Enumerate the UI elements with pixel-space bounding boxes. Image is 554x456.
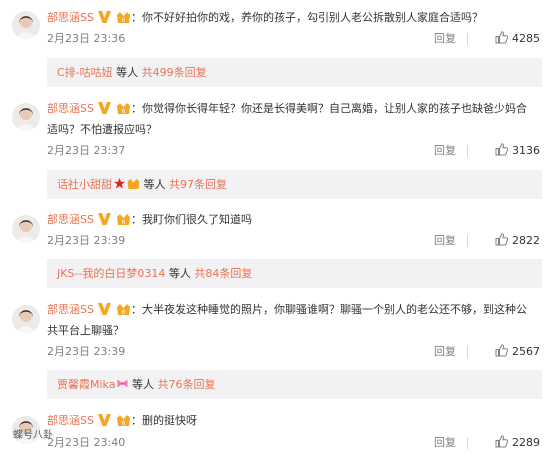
reply-count[interactable]: 共97条回复 [169,178,227,191]
svg-text:6: 6 [122,420,126,426]
thumbs-up-icon [495,435,509,448]
separator: ： [130,414,142,427]
reply-count[interactable]: 共499条回复 [142,66,207,79]
reply-user-name[interactable]: 贾馨霞Mika [57,378,115,391]
reply-connector: 等人 [116,66,139,79]
verified-v-icon [98,414,112,426]
reply-connector: 等人 [168,267,191,280]
timestamp: 2月23日 23:36 [47,32,126,45]
svg-text:6: 6 [122,309,126,315]
divider [467,437,468,449]
svg-text:6: 6 [122,17,126,23]
divider [467,235,468,247]
comment-meta: 2月23日 23:39 回复 2822 [47,232,540,250]
avatar[interactable] [12,11,40,39]
like-button[interactable]: 2822 [495,232,540,250]
timestamp: 2月23日 23:39 [47,234,126,247]
comment-body-line-1: 你觉得你长得年轻？你还是长得美啊？自己离婚，让别人家的孩子也缺爸少妈合 [141,102,527,115]
svg-text:6: 6 [122,219,126,225]
like-button[interactable]: 2289 [495,434,540,452]
reply-button[interactable]: 回复 [434,232,456,250]
separator: ： [130,11,142,24]
timestamp: 2月23日 23:37 [47,144,126,157]
separator: ： [130,303,142,316]
reply-summary[interactable]: C排-咕咕妞 等人 共499条回复 [47,58,542,87]
like-count: 3136 [512,144,540,157]
like-count: 2822 [512,234,540,247]
divider [467,33,468,45]
comment-text-continued: 共平台上聊骚？ [47,319,538,342]
vip-crown-icon: 6 [116,414,130,426]
vip-crown-icon: 6 [116,303,130,315]
separator: ： [130,213,142,226]
username[interactable]: 部思涵SS [47,303,94,316]
pink-heart-bow-icon [117,371,128,388]
username[interactable]: 部思涵SS [47,102,94,115]
reply-button[interactable]: 回复 [434,30,456,48]
divider [467,145,468,157]
comment-text: 部思涵SS 6 ：你觉得你长得年轻？你还是长得美啊？自己离婚，让别人家的孩子也缺爸… [47,97,544,120]
comment-text: 部思涵SS 6 ：我盯你们很久了知道吗 [47,208,544,231]
thumbs-up-icon [495,344,509,357]
thumbs-up-icon [495,31,509,44]
reply-user-name[interactable]: JKS--我的白日梦0314 [57,267,165,280]
comment-body: 删的挺快呀 [141,414,197,427]
reply-count[interactable]: 共76条回复 [157,378,215,391]
reply-button[interactable]: 回复 [434,142,456,160]
divider [467,346,468,358]
like-count: 2289 [512,436,540,449]
comment-text: 部思涵SS 6 ：删的挺快呀 [47,409,544,432]
comment-body-line-2: 适吗？不怕遭报应吗？ [47,123,157,136]
comment-text: 部思涵SS 6 ：大半夜发这种睡觉的照片，你聊骚谁啊？聊骚一个别人的老公还不够，到… [47,298,544,321]
vip-crown-icon: 6 [116,213,130,225]
reply-connector: 等人 [131,378,154,391]
reply-summary[interactable]: JKS--我的白日梦0314 等人 共84条回复 [47,259,542,288]
separator: ： [130,102,142,115]
comment-meta: 2月23日 23:40 回复 2289 [47,434,540,452]
username[interactable]: 部思涵SS [47,213,94,226]
verified-v-icon [98,102,112,114]
comment-body: 你不好好拍你的戏，养你的孩子，勾引别人老公拆散别人家庭合适吗？ [141,11,483,24]
like-button[interactable]: 3136 [495,142,540,160]
like-count: 4285 [512,32,540,45]
avatar[interactable] [12,103,40,131]
verified-v-icon [98,303,112,315]
comment-meta: 2月23日 23:37 回复 3136 [47,142,540,160]
like-button[interactable]: 4285 [495,30,540,48]
comment-body-line-1: 大半夜发这种睡觉的照片，你聊骚谁啊？聊骚一个别人的老公还不够，到这种公 [141,303,527,316]
watermark: 蝶号八卦 [13,430,53,441]
timestamp: 2月23日 23:39 [47,345,126,358]
comment-meta: 2月23日 23:36 回复 4285 [47,30,540,48]
reply-button[interactable]: 回复 [434,434,456,452]
comment-body: 我盯你们很久了知道吗 [141,213,252,226]
reply-user-name[interactable]: 话社小甜甜 [57,178,112,191]
like-count: 2567 [512,345,540,358]
reply-connector: 等人 [143,178,166,191]
vip-crown-icon: 6 [116,11,130,23]
reply-summary[interactable]: 话社小甜甜 等人 共97条回复 [47,170,542,199]
comment-body-line-2: 共平台上聊骚？ [47,324,124,337]
verified-v-icon [98,213,112,225]
reply-button[interactable]: 回复 [434,343,456,361]
svg-text:6: 6 [122,108,126,114]
thumbs-up-icon [495,143,509,156]
comment-text: 部思涵SS 6 ：你不好好拍你的戏，养你的孩子，勾引别人老公拆散别人家庭合适吗？ [47,6,544,29]
avatar[interactable] [12,215,40,243]
reply-summary[interactable]: 贾馨霞Mika 等人 共76条回复 [47,370,542,399]
comment-meta: 2月23日 23:39 回复 2567 [47,343,540,361]
timestamp: 2月23日 23:40 [47,436,126,449]
username[interactable]: 部思涵SS [47,11,94,24]
vip-crown-icon [127,171,140,189]
red-star-icon [114,171,125,189]
comment-text-continued: 适吗？不怕遭报应吗？ [47,118,538,141]
reply-user-name[interactable]: C排-咕咕妞 [57,66,113,79]
username[interactable]: 部思涵SS [47,414,94,427]
verified-v-icon [98,11,112,23]
like-button[interactable]: 2567 [495,343,540,361]
thumbs-up-icon [495,233,509,246]
reply-count[interactable]: 共84条回复 [194,267,252,280]
avatar[interactable] [12,305,40,333]
vip-crown-icon: 6 [116,102,130,114]
